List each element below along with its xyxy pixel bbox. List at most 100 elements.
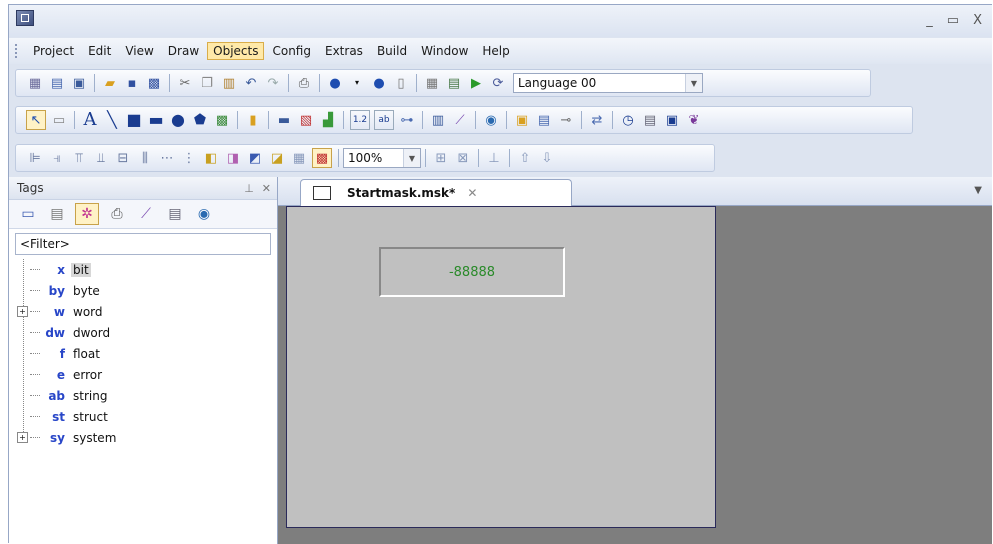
open-project-icon[interactable]: ▤ bbox=[48, 74, 66, 92]
tab-table-icon[interactable]: ▤ bbox=[164, 204, 186, 224]
menu-project[interactable]: Project bbox=[27, 42, 80, 60]
mask-link-icon[interactable]: ⇄ bbox=[588, 111, 606, 129]
print-icon[interactable]: ⎙ bbox=[295, 74, 313, 92]
zoom-select[interactable]: 100% ▼ bbox=[343, 148, 421, 168]
expand-icon[interactable]: + bbox=[17, 432, 28, 443]
redo-icon[interactable]: ↷ bbox=[264, 74, 282, 92]
tag-filter-input[interactable]: <Filter> bbox=[15, 233, 271, 255]
close-icon[interactable]: ✕ bbox=[467, 186, 477, 200]
polygon-tool-icon[interactable]: ⬟ bbox=[191, 111, 209, 129]
align-left-icon[interactable]: ⊫ bbox=[26, 149, 44, 167]
fit-selection-icon[interactable]: ⊠ bbox=[454, 149, 472, 167]
menu-view[interactable]: View bbox=[119, 42, 159, 60]
tree-item-error[interactable]: e error bbox=[17, 364, 277, 385]
bar-object-icon[interactable]: ▬ bbox=[275, 111, 293, 129]
center-vertical-icon[interactable]: ⫼ bbox=[136, 149, 154, 167]
tab-list-dropdown-icon[interactable]: ▼ bbox=[974, 185, 982, 196]
paste-icon[interactable]: ▥ bbox=[220, 74, 238, 92]
align-right-icon[interactable]: ⫣ bbox=[48, 149, 66, 167]
tree-item-bit[interactable]: x bit bbox=[17, 259, 277, 280]
download-icon[interactable]: ▤ bbox=[445, 74, 463, 92]
save-all-icon[interactable]: ▩ bbox=[145, 74, 163, 92]
clock-object-icon[interactable]: ◷ bbox=[619, 111, 637, 129]
tree-item-dword[interactable]: dw dword bbox=[17, 322, 277, 343]
text-field-icon[interactable]: ab bbox=[374, 110, 394, 130]
move-down-icon[interactable]: ⇩ bbox=[538, 149, 556, 167]
list-object-icon[interactable]: ▤ bbox=[641, 111, 659, 129]
distribute-vertical-icon[interactable]: ⋮ bbox=[180, 149, 198, 167]
menu-window[interactable]: Window bbox=[415, 42, 474, 60]
expand-icon[interactable]: + bbox=[17, 306, 28, 317]
window-object-icon[interactable]: ▣ bbox=[663, 111, 681, 129]
marquee-icon[interactable]: ▭ bbox=[50, 111, 68, 129]
bitmap-tool-icon[interactable]: ▩ bbox=[213, 111, 231, 129]
tree-item-word[interactable]: + w word bbox=[17, 301, 277, 322]
copy-icon[interactable]: ❐ bbox=[198, 74, 216, 92]
menu-draw[interactable]: Draw bbox=[162, 42, 205, 60]
menu-objects[interactable]: Objects bbox=[207, 42, 265, 60]
bring-front-icon[interactable]: ◧ bbox=[202, 149, 220, 167]
menu-build[interactable]: Build bbox=[371, 42, 413, 60]
menu-edit[interactable]: Edit bbox=[82, 42, 117, 60]
send-back-icon[interactable]: ◨ bbox=[224, 149, 242, 167]
close-icon[interactable]: X bbox=[973, 13, 982, 28]
tab-database-icon[interactable]: ◉ bbox=[193, 204, 215, 224]
tree-item-float[interactable]: f float bbox=[17, 343, 277, 364]
align-top-icon[interactable]: ⫪ bbox=[70, 149, 88, 167]
tree-item-string[interactable]: ab string bbox=[17, 385, 277, 406]
compile-icon[interactable]: ▦ bbox=[423, 74, 441, 92]
pin-icon[interactable]: ⊥ bbox=[244, 182, 254, 195]
minimize-icon[interactable]: _ bbox=[926, 13, 933, 28]
tab-startmask[interactable]: Startmask.msk* ✕ bbox=[300, 179, 572, 206]
fit-page-icon[interactable]: ⊞ bbox=[432, 149, 450, 167]
align-bottom-icon[interactable]: ⫫ bbox=[92, 149, 110, 167]
menu-config[interactable]: Config bbox=[266, 42, 317, 60]
distribute-horizontal-icon[interactable]: ⋯ bbox=[158, 149, 176, 167]
close-icon[interactable]: ✕ bbox=[262, 182, 271, 195]
button-object-icon[interactable]: ▮ bbox=[244, 111, 262, 129]
plugin-object-icon[interactable]: ❦ bbox=[685, 111, 703, 129]
numeric-output-field[interactable]: -88888 bbox=[379, 247, 565, 297]
dropdown-arrow-icon[interactable]: ▾ bbox=[348, 74, 366, 92]
menu-help[interactable]: Help bbox=[476, 42, 515, 60]
ellipse-tool-icon[interactable]: ● bbox=[169, 111, 187, 129]
document-icon[interactable]: ▯ bbox=[392, 74, 410, 92]
line-tool-icon[interactable]: ╲ bbox=[103, 111, 121, 129]
numeric-field-icon[interactable]: 1.2 bbox=[350, 110, 370, 130]
info-icon[interactable]: ● bbox=[326, 74, 344, 92]
center-horizontal-icon[interactable]: ⊟ bbox=[114, 149, 132, 167]
gauge-object-icon[interactable]: ▟ bbox=[319, 111, 337, 129]
same-width-icon[interactable]: ◩ bbox=[246, 149, 264, 167]
tree-item-system[interactable]: + sy system bbox=[17, 427, 277, 448]
cut-icon[interactable]: ✂ bbox=[176, 74, 194, 92]
open-folder-icon[interactable]: ▰ bbox=[101, 74, 119, 92]
move-up-icon[interactable]: ⇧ bbox=[516, 149, 534, 167]
chevron-down-icon[interactable]: ▼ bbox=[403, 149, 420, 167]
link-object-icon[interactable]: ⊸ bbox=[557, 111, 575, 129]
text-tool-icon[interactable]: A bbox=[81, 111, 99, 129]
pin-icon[interactable]: ⊥ bbox=[485, 149, 503, 167]
tab-tags-icon[interactable]: ▭ bbox=[17, 204, 39, 224]
tab-list-icon[interactable]: ▤ bbox=[46, 204, 68, 224]
new-project-icon[interactable]: ▦ bbox=[26, 74, 44, 92]
database-icon[interactable]: ◉ bbox=[482, 111, 500, 129]
tab-trend-icon[interactable]: ⟋ bbox=[135, 204, 157, 224]
menu-grip[interactable] bbox=[15, 44, 20, 58]
simulate-icon[interactable]: ⟳ bbox=[489, 74, 507, 92]
undo-icon[interactable]: ↶ bbox=[242, 74, 260, 92]
chart-icon[interactable]: ⟋ bbox=[451, 111, 469, 129]
slider-object-icon[interactable]: ⊶ bbox=[398, 111, 416, 129]
alarm-object-icon[interactable]: ▣ bbox=[513, 111, 531, 129]
same-height-icon[interactable]: ◪ bbox=[268, 149, 286, 167]
run-icon[interactable]: ▶ bbox=[467, 74, 485, 92]
rounded-rect-tool-icon[interactable]: ▬ bbox=[147, 111, 165, 129]
rectangle-tool-icon[interactable]: ■ bbox=[125, 111, 143, 129]
language-select[interactable]: Language 00 ▼ bbox=[513, 73, 703, 93]
mask-canvas[interactable]: -88888 bbox=[286, 206, 716, 528]
grid-icon[interactable]: ▦ bbox=[290, 149, 308, 167]
select-pointer-icon[interactable]: ↖ bbox=[26, 110, 46, 130]
trend-object-icon[interactable]: ▧ bbox=[297, 111, 315, 129]
tree-item-struct[interactable]: st struct bbox=[17, 406, 277, 427]
project-settings-icon[interactable]: ▣ bbox=[70, 74, 88, 92]
tab-variables-icon[interactable]: ✲ bbox=[75, 203, 99, 225]
